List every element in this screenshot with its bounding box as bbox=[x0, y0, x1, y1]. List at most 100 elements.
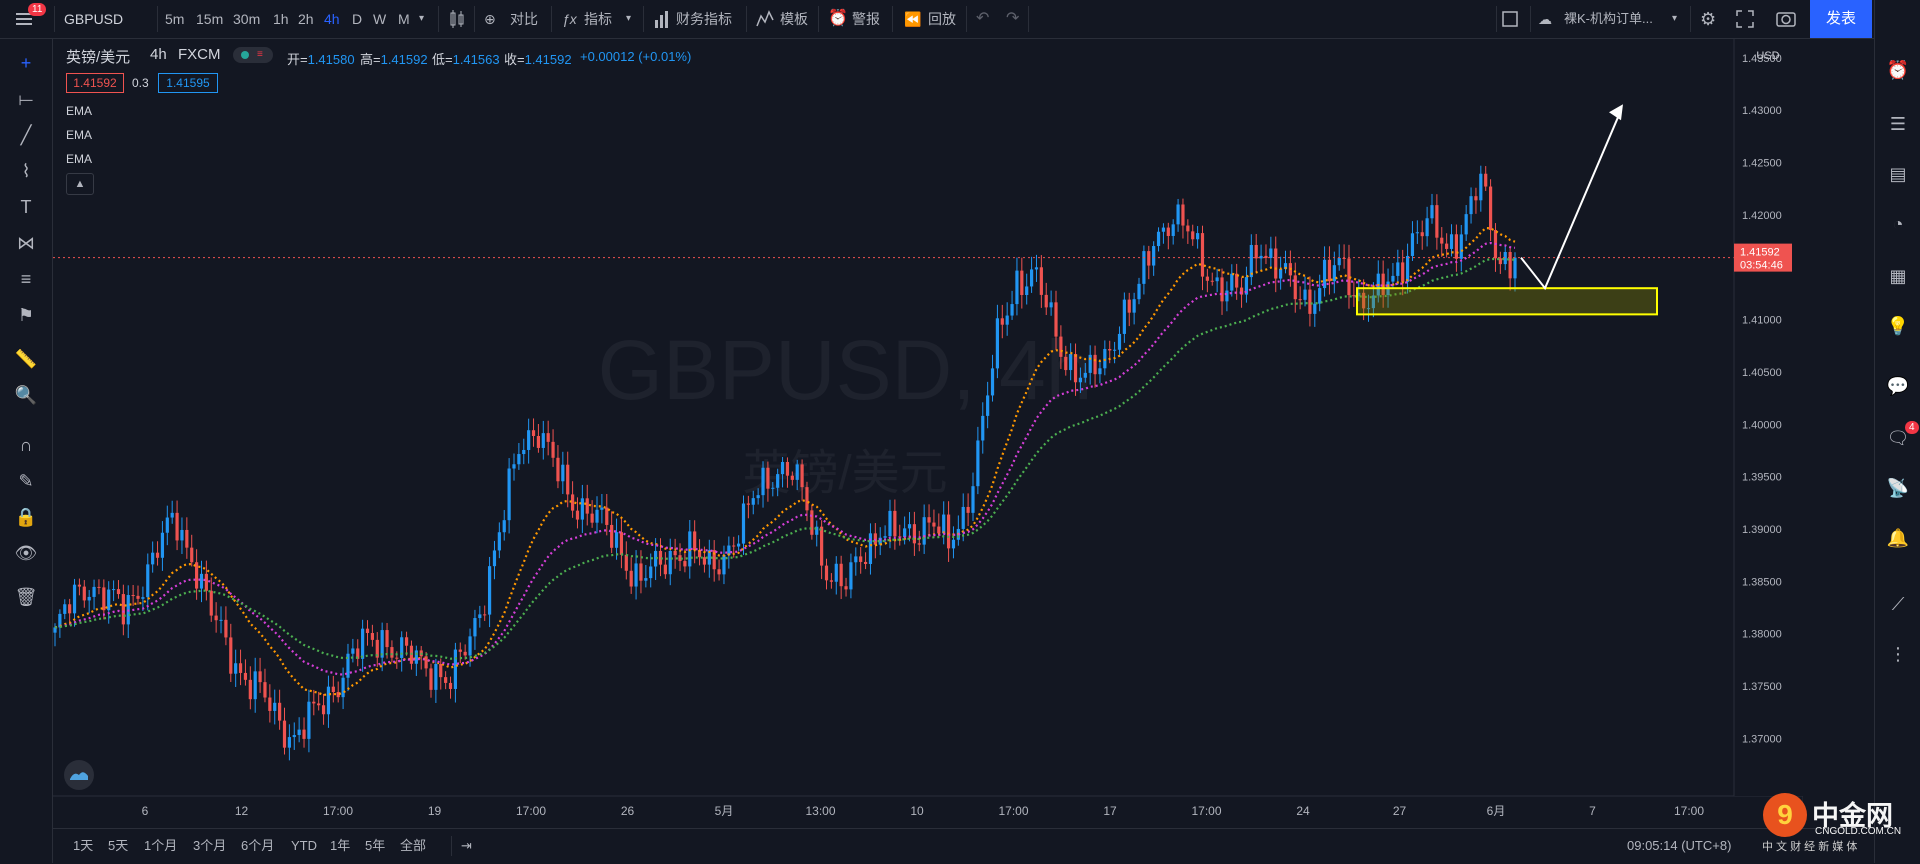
lock-icon[interactable]: 🔒 bbox=[12, 503, 40, 531]
candle-body bbox=[1117, 333, 1122, 350]
drawing-toolbar: + ⟝ ╱ ⌇ T ⋈ ≡ ⚑ 📏 🔍 ∩ ✎ 🔒 👁 🗑 bbox=[0, 39, 53, 863]
cloud-icon[interactable]: ☁ bbox=[1538, 0, 1552, 38]
interval-5m[interactable]: 5m bbox=[165, 0, 184, 38]
trash-icon[interactable]: 🗑 bbox=[12, 583, 40, 611]
clock-readout[interactable]: 09:05:14 (UTC+8) bbox=[1627, 829, 1731, 863]
alarm-icon[interactable]: ⏰ bbox=[1884, 56, 1912, 84]
templates-icon[interactable] bbox=[756, 0, 774, 38]
range-5d[interactable]: 5天 bbox=[108, 829, 128, 863]
hotlist-icon[interactable]: ◔ bbox=[1884, 210, 1912, 238]
chevron-down-icon[interactable]: ▾ bbox=[419, 0, 424, 38]
indicators-button[interactable]: 指标 bbox=[584, 0, 612, 38]
pencil-lock-icon[interactable]: ✎ bbox=[12, 467, 40, 495]
indicator-ema-3[interactable]: EMA bbox=[66, 152, 92, 166]
watchlist-icon[interactable]: ☰ bbox=[1884, 110, 1912, 138]
financials-button[interactable]: 财务指标 bbox=[676, 0, 732, 38]
range-ytd[interactable]: YTD bbox=[291, 829, 317, 863]
interval-15m[interactable]: 15m bbox=[196, 0, 223, 38]
tradingview-logo-icon[interactable] bbox=[64, 760, 94, 790]
candle-body bbox=[903, 528, 907, 537]
candle-body bbox=[614, 532, 619, 548]
node-icon[interactable]: ⋈ bbox=[12, 229, 40, 257]
replay-button[interactable]: 回放 bbox=[928, 0, 956, 38]
chevron-down-icon[interactable]: ▾ bbox=[1672, 0, 1677, 38]
indicator-ema-2[interactable]: EMA bbox=[66, 128, 92, 142]
candle-body bbox=[795, 464, 799, 480]
candles-icon[interactable] bbox=[448, 0, 466, 38]
price-tick-label: 1.40500 bbox=[1742, 367, 1782, 379]
rewind-icon[interactable]: ⏪ bbox=[904, 0, 921, 38]
alerts-button[interactable]: 警报 bbox=[852, 0, 880, 38]
candle-body bbox=[561, 464, 565, 482]
camera-icon[interactable] bbox=[1776, 0, 1796, 38]
calendar-icon[interactable]: ▦ bbox=[1884, 262, 1912, 290]
ruler-icon[interactable]: 📏 bbox=[12, 345, 40, 373]
range-all[interactable]: 全部 bbox=[400, 829, 426, 863]
interval-d[interactable]: D bbox=[352, 0, 362, 38]
magnet-icon[interactable]: ∩ bbox=[12, 431, 40, 459]
goto-date-icon[interactable]: ⇥ bbox=[461, 829, 472, 863]
support-zone-rect[interactable] bbox=[1356, 287, 1658, 316]
sell-price-button[interactable]: 1.41592 bbox=[66, 73, 124, 93]
price-chart[interactable]: GBPUSD, 4h 英镑/美元 USD1.435001.430001.4250… bbox=[53, 39, 1803, 826]
redo-icon[interactable]: ↷ bbox=[1006, 0, 1019, 38]
interval-2h[interactable]: 2h bbox=[298, 0, 314, 38]
interval-1h[interactable]: 1h bbox=[273, 0, 289, 38]
ideas-bulb-icon[interactable]: 💡 bbox=[1884, 312, 1912, 340]
candle-body bbox=[820, 526, 824, 566]
fib-icon[interactable]: ≡ bbox=[12, 265, 40, 293]
alarm-clock-icon[interactable]: ⏰ bbox=[828, 0, 848, 38]
interval-4h[interactable]: 4h bbox=[324, 0, 340, 38]
interval-m[interactable]: M bbox=[398, 0, 410, 38]
layout-name[interactable]: 裸K-机构订单... bbox=[1564, 0, 1653, 38]
interval-30m[interactable]: 30m bbox=[233, 0, 260, 38]
zoom-in-icon[interactable]: 🔍 bbox=[12, 381, 40, 409]
crosshair-icon[interactable]: + bbox=[12, 49, 40, 77]
flag-icon[interactable]: ⚑ bbox=[12, 301, 40, 329]
pattern-icon[interactable]: ⌇ bbox=[12, 157, 40, 185]
range-5y[interactable]: 5年 bbox=[365, 829, 385, 863]
dom-icon[interactable]: ⋮ bbox=[1884, 640, 1912, 668]
settings-gear-icon[interactable]: ⚙ bbox=[1700, 0, 1716, 38]
templates-button[interactable]: 模板 bbox=[780, 0, 808, 38]
compare-icon[interactable]: ⊕ bbox=[484, 0, 496, 38]
order-panel-icon[interactable]: ⟋ bbox=[1884, 590, 1912, 618]
chevron-down-icon[interactable]: ▾ bbox=[626, 0, 631, 38]
collapse-legend-chevron-up-icon[interactable]: ▲ bbox=[66, 173, 94, 195]
publish-button[interactable]: 发表 bbox=[1810, 0, 1872, 38]
candle-body bbox=[546, 433, 550, 442]
candle-body bbox=[522, 449, 526, 455]
candle-body bbox=[570, 494, 575, 511]
news-icon[interactable]: ▤ bbox=[1884, 160, 1912, 188]
range-6m[interactable]: 6个月 bbox=[241, 829, 274, 863]
indicator-ema-1[interactable]: EMA bbox=[66, 104, 92, 118]
horizontal-line-icon[interactable]: ⟝ bbox=[12, 85, 40, 113]
indicators-icon[interactable]: ƒx bbox=[562, 0, 577, 38]
candle-body bbox=[722, 555, 726, 575]
text-icon[interactable]: T bbox=[12, 193, 40, 221]
fullscreen-square-icon[interactable] bbox=[1500, 0, 1520, 38]
bell-icon[interactable]: 🔔 bbox=[1884, 524, 1912, 552]
interval-w[interactable]: W bbox=[373, 0, 386, 38]
broadcast-icon[interactable]: 📡 bbox=[1884, 474, 1912, 502]
candle-body bbox=[1215, 277, 1219, 282]
range-1d[interactable]: 1天 bbox=[73, 829, 93, 863]
undo-icon[interactable]: ↶ bbox=[976, 0, 989, 38]
range-1m[interactable]: 1个月 bbox=[144, 829, 177, 863]
range-3m[interactable]: 3个月 bbox=[193, 829, 226, 863]
market-status-pill[interactable]: ≡ bbox=[233, 47, 273, 63]
eye-icon[interactable]: 👁 bbox=[12, 539, 40, 567]
trend-line-icon[interactable]: ╱ bbox=[12, 121, 40, 149]
fullscreen-icon[interactable] bbox=[1736, 0, 1754, 38]
compare-button[interactable]: 对比 bbox=[510, 0, 538, 38]
candle-body bbox=[961, 506, 965, 529]
candle-body bbox=[776, 474, 780, 488]
candle-body bbox=[1083, 372, 1087, 378]
candle-body bbox=[839, 563, 843, 587]
range-1y[interactable]: 1年 bbox=[330, 829, 350, 863]
symbol-search[interactable]: GBPUSD bbox=[64, 0, 123, 38]
chat-icon[interactable]: 💬 bbox=[1884, 372, 1912, 400]
price-axis[interactable]: USD1.435001.430001.425001.420001.410001.… bbox=[1733, 39, 1803, 796]
financials-icon[interactable] bbox=[654, 0, 670, 38]
buy-price-button[interactable]: 1.41595 bbox=[158, 73, 218, 93]
